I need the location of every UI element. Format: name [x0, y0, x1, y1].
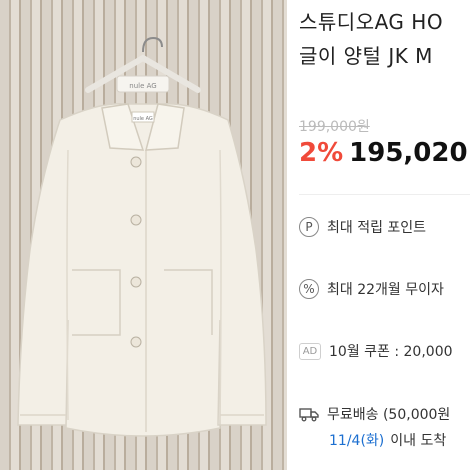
arrival-estimate: 11/4(화) 이내 도착	[329, 430, 446, 450]
product-photo[interactable]: nule AG nule AG	[0, 0, 287, 470]
point-icon: P	[299, 217, 319, 237]
benefit-label: 최대 적립 포인트	[327, 220, 427, 236]
benefit-label: 최대 22개월 무이자	[327, 282, 444, 298]
product-title-line-1[interactable]: 스튜디오AG HO	[299, 6, 443, 35]
ad-badge: AD	[299, 342, 321, 360]
shipping-info[interactable]: 무료배송 (50,000원	[299, 404, 450, 424]
arrival-date: 11/4(화)	[329, 433, 385, 449]
benefit-label: 10월 쿠폰 : 20,000	[329, 344, 453, 360]
coat-body	[17, 103, 267, 437]
coat-illustration: nule AG nule AG	[17, 36, 267, 437]
coat-button	[130, 214, 142, 226]
truck-icon	[299, 406, 319, 422]
product-title-line-2[interactable]: 글이 양털 JK M	[299, 40, 433, 69]
benefit-max-points[interactable]: P 최대 적립 포인트	[299, 217, 426, 237]
arrival-text: 이내 도착	[390, 433, 447, 449]
percent-icon: %	[299, 279, 319, 299]
benefit-installment[interactable]: % 최대 22개월 무이자	[299, 279, 444, 299]
hanger-tag-text: nule AG	[129, 82, 156, 90]
discount-rate: 2%	[299, 138, 344, 168]
shipping-label: 무료배송 (50,000원	[327, 407, 451, 423]
original-price: 199,000원	[299, 119, 370, 135]
product-info: 스튜디오AG HO 글이 양털 JK M 199,000원 2% 195,020 …	[287, 0, 470, 470]
coat-button	[130, 276, 142, 288]
sale-price: 195,020	[349, 138, 468, 168]
benefit-coupon[interactable]: AD 10월 쿠폰 : 20,000	[299, 341, 453, 361]
divider	[299, 194, 470, 195]
coat-button	[130, 336, 142, 348]
collar-label-text: nule AG	[133, 116, 153, 122]
coat-button	[130, 156, 142, 168]
sale-price-row: 2% 195,020	[299, 138, 468, 168]
hanger-hook	[142, 36, 163, 53]
